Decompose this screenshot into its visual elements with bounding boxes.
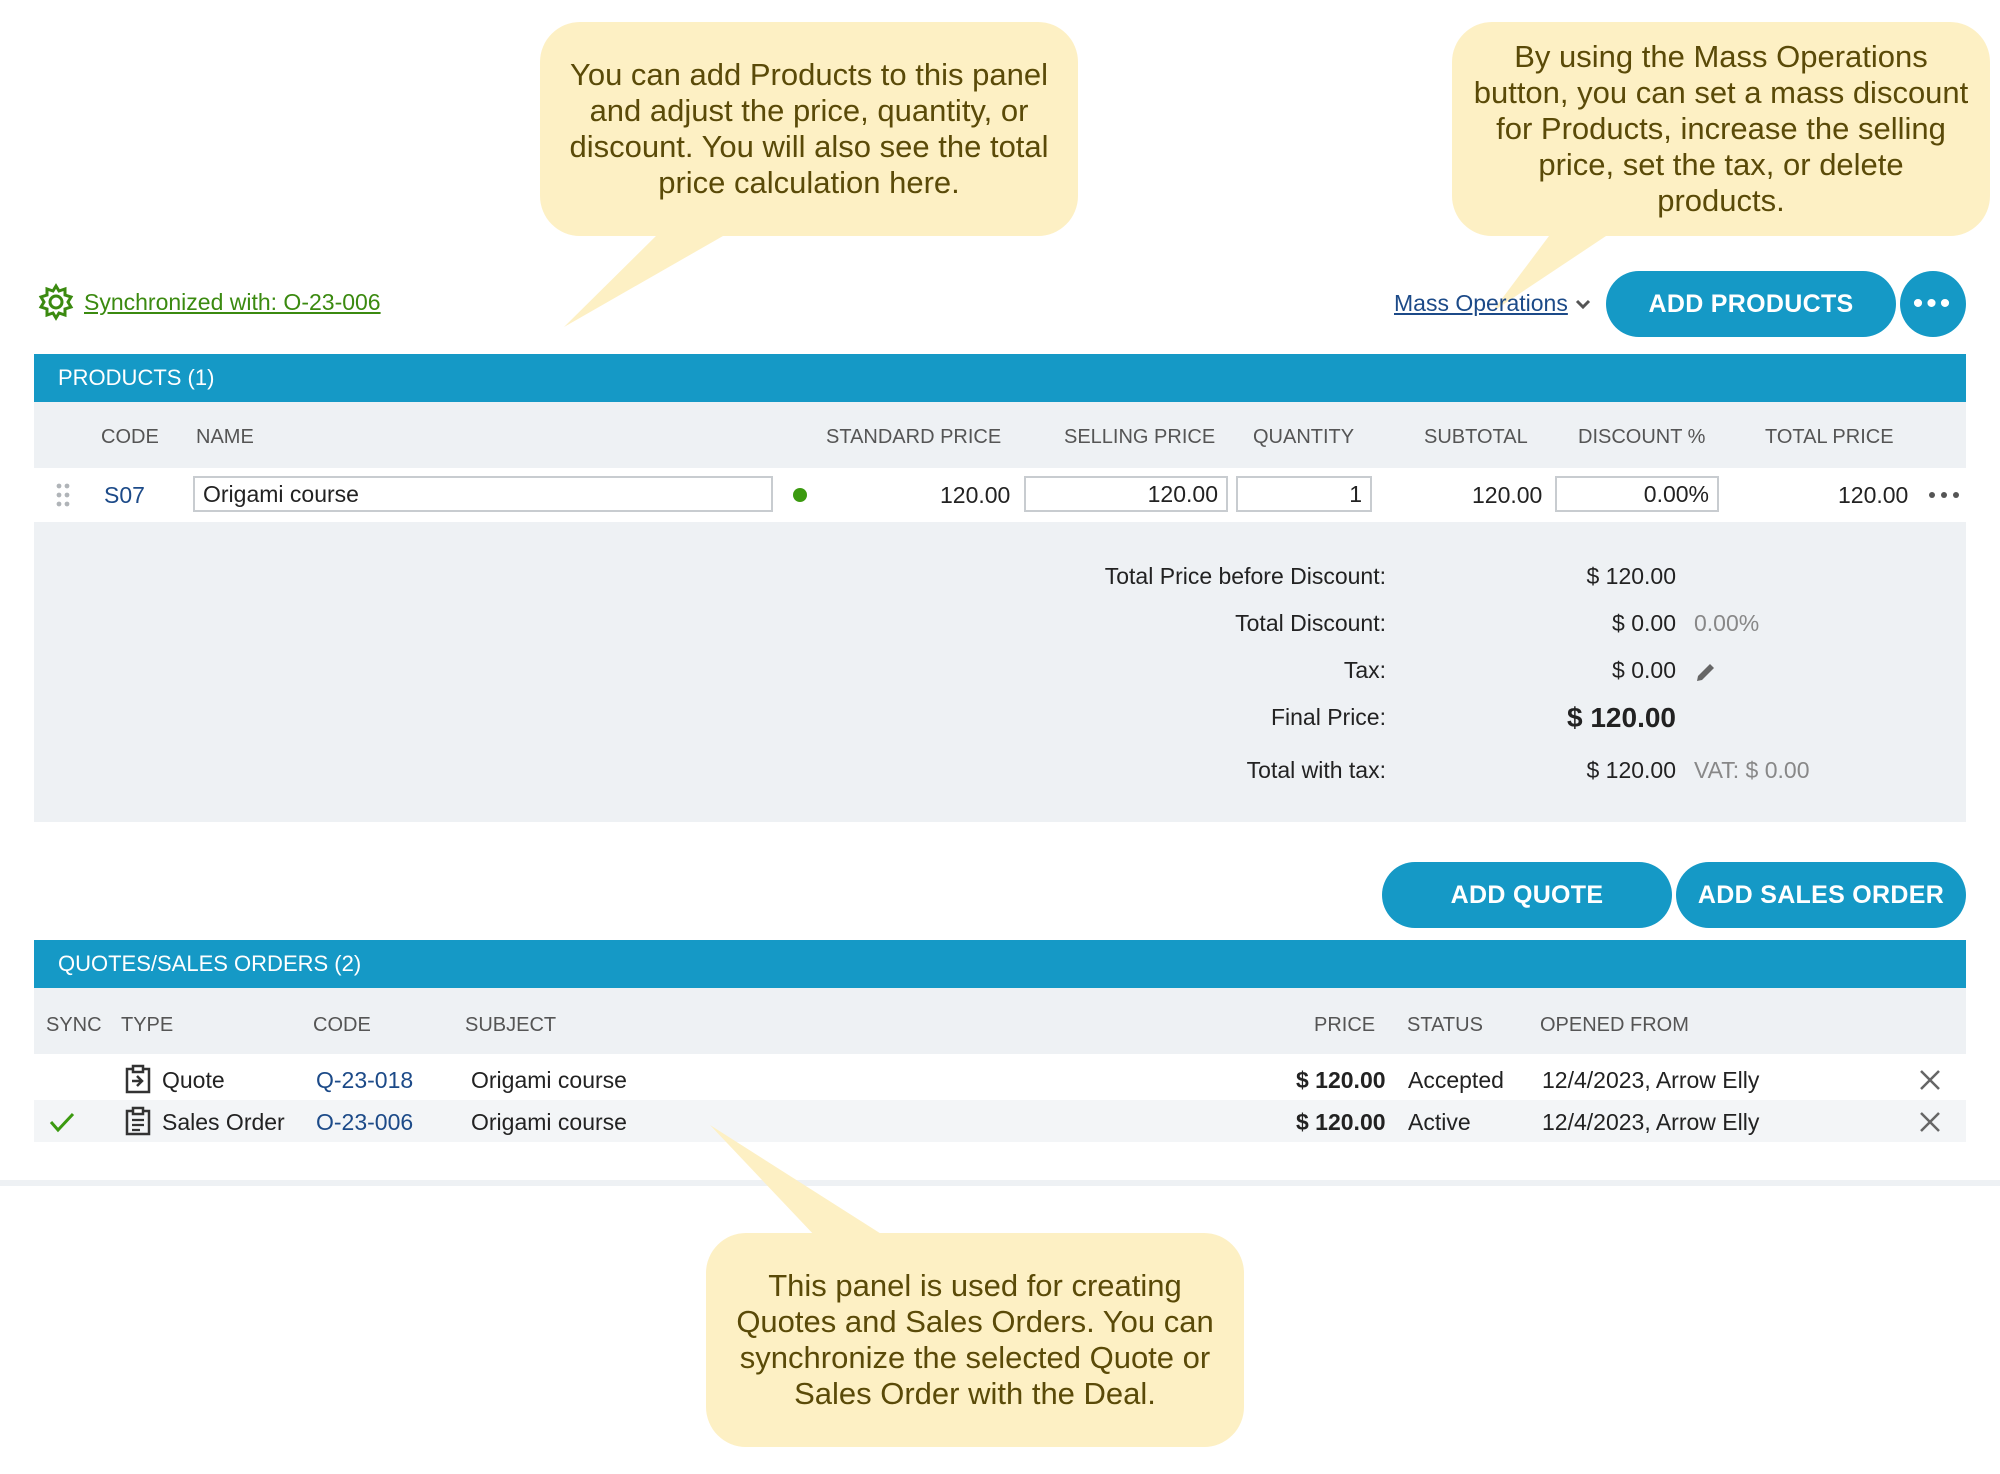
sales-order-opened-from: 12/4/2023, Arrow Elly	[1542, 1109, 1760, 1135]
quote-status: Accepted	[1408, 1067, 1504, 1093]
sales-order-code-link[interactable]: O-23-006	[316, 1109, 413, 1136]
column-subtotal: SUBTOTAL	[1424, 426, 1528, 448]
sales-order-status: Active	[1408, 1109, 1471, 1135]
column-quantity: QUANTITY	[1253, 426, 1355, 448]
close-icon[interactable]	[1918, 1068, 1942, 1092]
total-discount-label: Total Discount:	[1235, 610, 1386, 636]
quote-icon	[125, 1064, 151, 1094]
total-discount-percent: 0.00%	[1694, 610, 1760, 636]
quantity-input[interactable]: 1	[1236, 476, 1372, 512]
mass-operations-dropdown[interactable]: Mass Operations	[1394, 290, 1592, 317]
sales-order-price: $ 120.00	[1296, 1109, 1386, 1135]
quote-type: Quote	[162, 1067, 225, 1093]
total-before-discount-label: Total Price before Discount:	[1104, 563, 1386, 589]
total-before-discount-value: $ 120.00	[1586, 563, 1676, 589]
tax-label: Tax:	[1343, 657, 1386, 683]
column-sync: SYNC	[46, 1014, 102, 1036]
subtotal-value: 120.00	[1472, 482, 1543, 508]
total-with-tax-value: $ 120.00	[1586, 757, 1676, 783]
callout-products: You can add Products to this panel and a…	[540, 22, 1078, 327]
add-quote-button[interactable]: ADD QUOTE	[1382, 862, 1672, 928]
quote-subject: Origami course	[471, 1067, 627, 1093]
products-panel-header: PRODUCTS (1)	[34, 354, 1966, 402]
standard-price-value: 120.00	[940, 482, 1011, 508]
final-price-label: Final Price:	[1270, 704, 1386, 730]
column-opened-from: OPENED FROM	[1540, 1014, 1689, 1036]
final-price-value: $ 120.00	[1567, 702, 1676, 733]
column-price: PRICE	[1314, 1014, 1376, 1036]
callout-tail	[710, 1125, 886, 1237]
page-divider	[0, 1180, 2000, 1186]
column-quote-code: CODE	[313, 1014, 371, 1036]
add-products-button[interactable]: ADD PRODUCTS	[1606, 271, 1896, 337]
quotes-panel-header: QUOTES/SALES ORDERS (2)	[34, 940, 1966, 988]
drag-handle-icon[interactable]	[56, 482, 70, 508]
sales-order-type: Sales Order	[162, 1109, 285, 1135]
product-name-input[interactable]: Origami course	[193, 476, 773, 512]
column-subject: SUBJECT	[465, 1014, 557, 1036]
quote-price: $ 120.00	[1296, 1067, 1386, 1093]
row-more-icon[interactable]	[1928, 488, 1960, 502]
column-code: CODE	[101, 426, 159, 448]
product-code-link[interactable]: S07	[104, 482, 145, 509]
pencil-icon[interactable]	[1694, 660, 1718, 684]
column-discount: DISCOUNT %	[1578, 426, 1706, 448]
total-price-value: 120.00	[1838, 482, 1909, 508]
status-dot-icon	[793, 488, 807, 502]
callout-quotes: This panel is used for creating Quotes a…	[706, 1125, 1244, 1447]
callout-tail	[564, 232, 730, 327]
synchronized-link[interactable]: Synchronized with: O-23-006	[36, 282, 381, 322]
quote-code-link[interactable]: Q-23-018	[316, 1067, 413, 1094]
discount-input[interactable]: 0.00%	[1555, 476, 1719, 512]
column-status: STATUS	[1407, 1014, 1483, 1036]
callout-mass-operations: By using the Mass Operations button, you…	[1452, 22, 1990, 312]
column-total-price: TOTAL PRICE	[1765, 426, 1894, 448]
gear-icon	[38, 283, 74, 321]
check-icon[interactable]	[48, 1110, 76, 1134]
quote-opened-from: 12/4/2023, Arrow Elly	[1542, 1067, 1760, 1093]
sales-order-icon	[125, 1106, 151, 1136]
column-type: TYPE	[121, 1014, 174, 1036]
mass-operations-label: Mass Operations	[1394, 290, 1568, 316]
selling-price-input[interactable]: 120.00	[1024, 476, 1228, 512]
total-with-tax-label: Total with tax:	[1246, 757, 1386, 783]
tax-value: $ 0.00	[1612, 657, 1676, 683]
column-name: NAME	[196, 426, 254, 448]
vat-value: VAT: $ 0.00	[1694, 757, 1810, 783]
total-discount-value: $ 0.00	[1612, 610, 1676, 636]
more-options-button[interactable]: •••	[1900, 271, 1966, 337]
chevron-down-icon	[1575, 299, 1590, 309]
add-sales-order-button[interactable]: ADD SALES ORDER	[1676, 862, 1966, 928]
synchronized-label: Synchronized with: O-23-006	[84, 288, 381, 315]
column-selling-price: SELLING PRICE	[1064, 426, 1216, 448]
sales-order-subject: Origami course	[471, 1109, 627, 1135]
close-icon[interactable]	[1918, 1110, 1942, 1134]
callout-tail	[1492, 232, 1612, 312]
column-standard-price: STANDARD PRICE	[826, 426, 1002, 448]
